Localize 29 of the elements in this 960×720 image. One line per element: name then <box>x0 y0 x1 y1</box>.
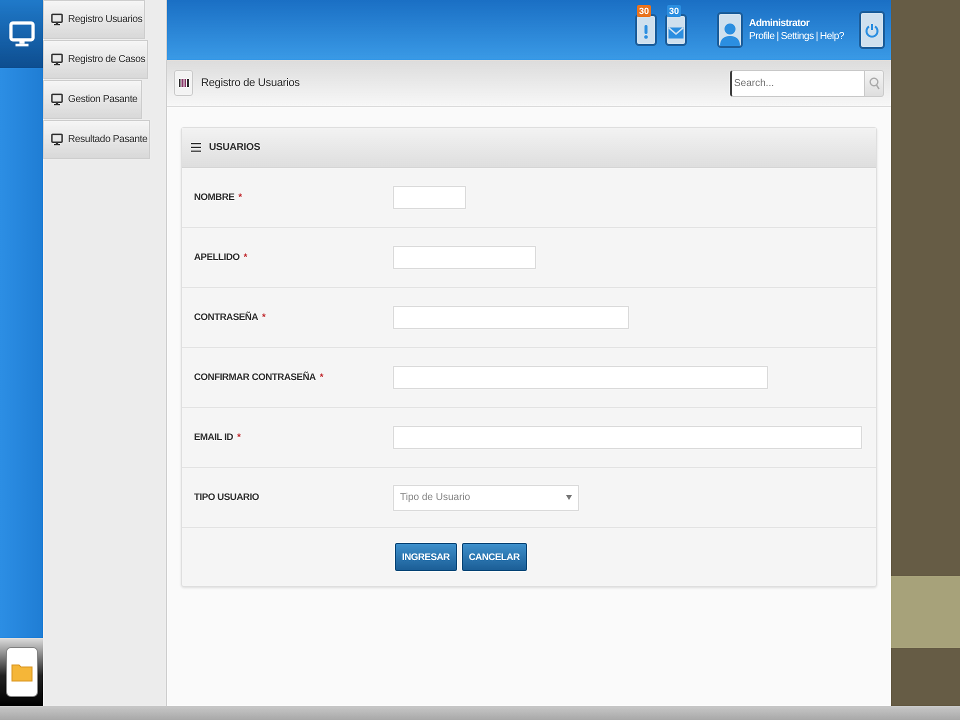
form-button[interactable]: CANCELAR <box>462 543 527 571</box>
panel-title: USUARIOS <box>209 142 260 153</box>
header-link[interactable]: Profile <box>749 31 775 42</box>
header-link[interactable]: Help? <box>820 31 844 42</box>
required-mark: * <box>320 372 324 383</box>
field-label: NOMBRE <box>194 192 234 203</box>
field-label: CONTRASEÑA <box>194 312 258 323</box>
required-mark: * <box>244 252 248 263</box>
field-label: CONFIRMAR CONTRASEÑA <box>194 372 316 383</box>
required-mark: * <box>238 192 242 203</box>
required-mark: * <box>237 432 241 443</box>
nav-item[interactable]: Registro de Casos <box>43 40 148 79</box>
nav-item[interactable]: Gestion Pasante <box>43 80 142 119</box>
field-label: TIPO USUARIO <box>194 492 260 503</box>
count-badge: 30 <box>667 5 682 17</box>
separator: | <box>776 31 779 42</box>
field-label: EMAIL ID <box>194 432 234 443</box>
search-field[interactable]: Search... <box>730 70 865 96</box>
form-button[interactable]: INGRESAR <box>395 543 457 571</box>
field-label: APELLIDO <box>194 252 240 263</box>
separator: | <box>816 31 818 42</box>
count-badge: 30 <box>637 5 652 17</box>
user-name: Administrator <box>749 18 811 29</box>
required-mark: * <box>262 312 266 323</box>
page-title: Registro de Usuarios <box>201 77 301 89</box>
nav-item[interactable]: Resultado Pasante <box>43 120 150 159</box>
nav-item[interactable]: Registro Usuarios <box>43 0 146 39</box>
select-field[interactable]: Tipo de Usuario <box>393 484 579 510</box>
header-link[interactable]: Settings <box>780 31 814 42</box>
